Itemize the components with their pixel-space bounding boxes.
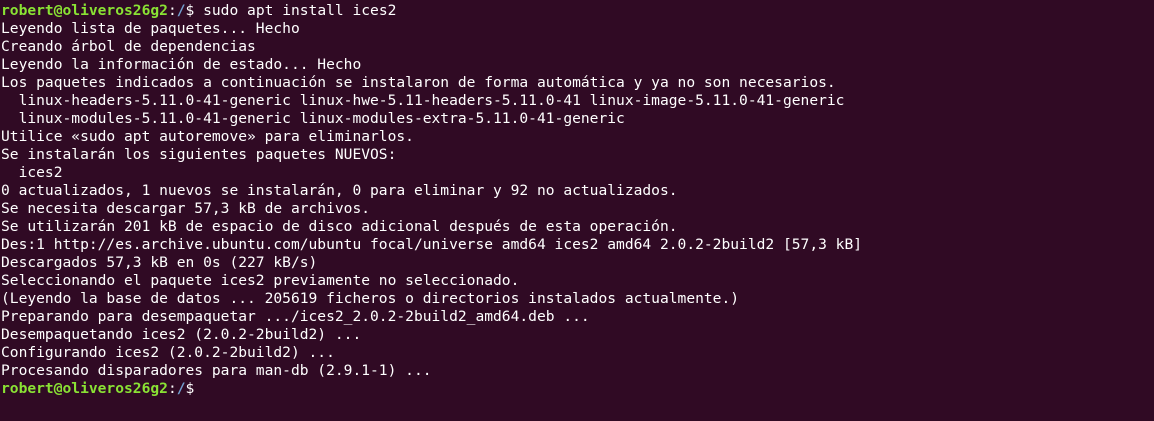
output-line: Leyendo lista de paquetes... Hecho	[1, 20, 300, 37]
prompt-path: /	[176, 2, 186, 19]
output-line: Se utilizarán 201 kB de espacio de disco…	[1, 218, 678, 235]
output-line: Los paquetes indicados a continuación se…	[1, 74, 836, 91]
output-line: Desempaquetando ices2 (2.0.2-2build2) ..…	[1, 326, 362, 343]
prompt-separator: :	[167, 2, 177, 19]
output-line: ices2	[1, 164, 63, 181]
text-cursor	[194, 380, 203, 396]
output-line: Procesando disparadores para man-db (2.9…	[1, 362, 432, 379]
command-text: sudo apt install ices2	[194, 2, 397, 19]
prompt-separator: :	[167, 380, 177, 397]
output-line: Se necesita descargar 57,3 kB de archivo…	[1, 200, 371, 217]
output-line: Utilice «sudo apt autoremove» para elimi…	[1, 128, 414, 145]
prompt-path: /	[176, 380, 186, 397]
output-line: Seleccionando el paquete ices2 previamen…	[1, 272, 520, 289]
output-line: Descargados 57,3 kB en 0s (227 kB/s)	[1, 254, 318, 271]
output-line: linux-headers-5.11.0-41-generic linux-hw…	[1, 92, 845, 109]
prompt-symbol: $	[185, 2, 195, 19]
output-line: Se instalarán los siguientes paquetes NU…	[1, 146, 397, 163]
output-line: Configurando ices2 (2.0.2-2build2) ...	[1, 344, 335, 361]
output-line: 0 actualizados, 1 nuevos se instalarán, …	[1, 182, 678, 199]
prompt-user-host: robert@oliveros26g2	[1, 2, 168, 19]
prompt-symbol: $	[185, 380, 195, 397]
active-prompt-line[interactable]: robert@oliveros26g2:/$	[1, 380, 1154, 398]
output-line: Creando árbol de dependencias	[1, 38, 256, 55]
prompt-user-host: robert@oliveros26g2	[1, 380, 168, 397]
output-line: Des:1 http://es.archive.ubuntu.com/ubunt…	[1, 236, 863, 253]
terminal-window[interactable]: robert@oliveros26g2:/$ sudo apt install …	[0, 0, 1154, 421]
output-line: Preparando para desempaquetar .../ices2_…	[1, 308, 590, 325]
output-line: Leyendo la información de estado... Hech…	[1, 56, 362, 73]
output-line: (Leyendo la base de datos ... 205619 fic…	[1, 290, 740, 307]
output-line: linux-modules-5.11.0-41-generic linux-mo…	[1, 110, 625, 127]
command-prompt-line: robert@oliveros26g2:/$ sudo apt install …	[1, 2, 1154, 20]
